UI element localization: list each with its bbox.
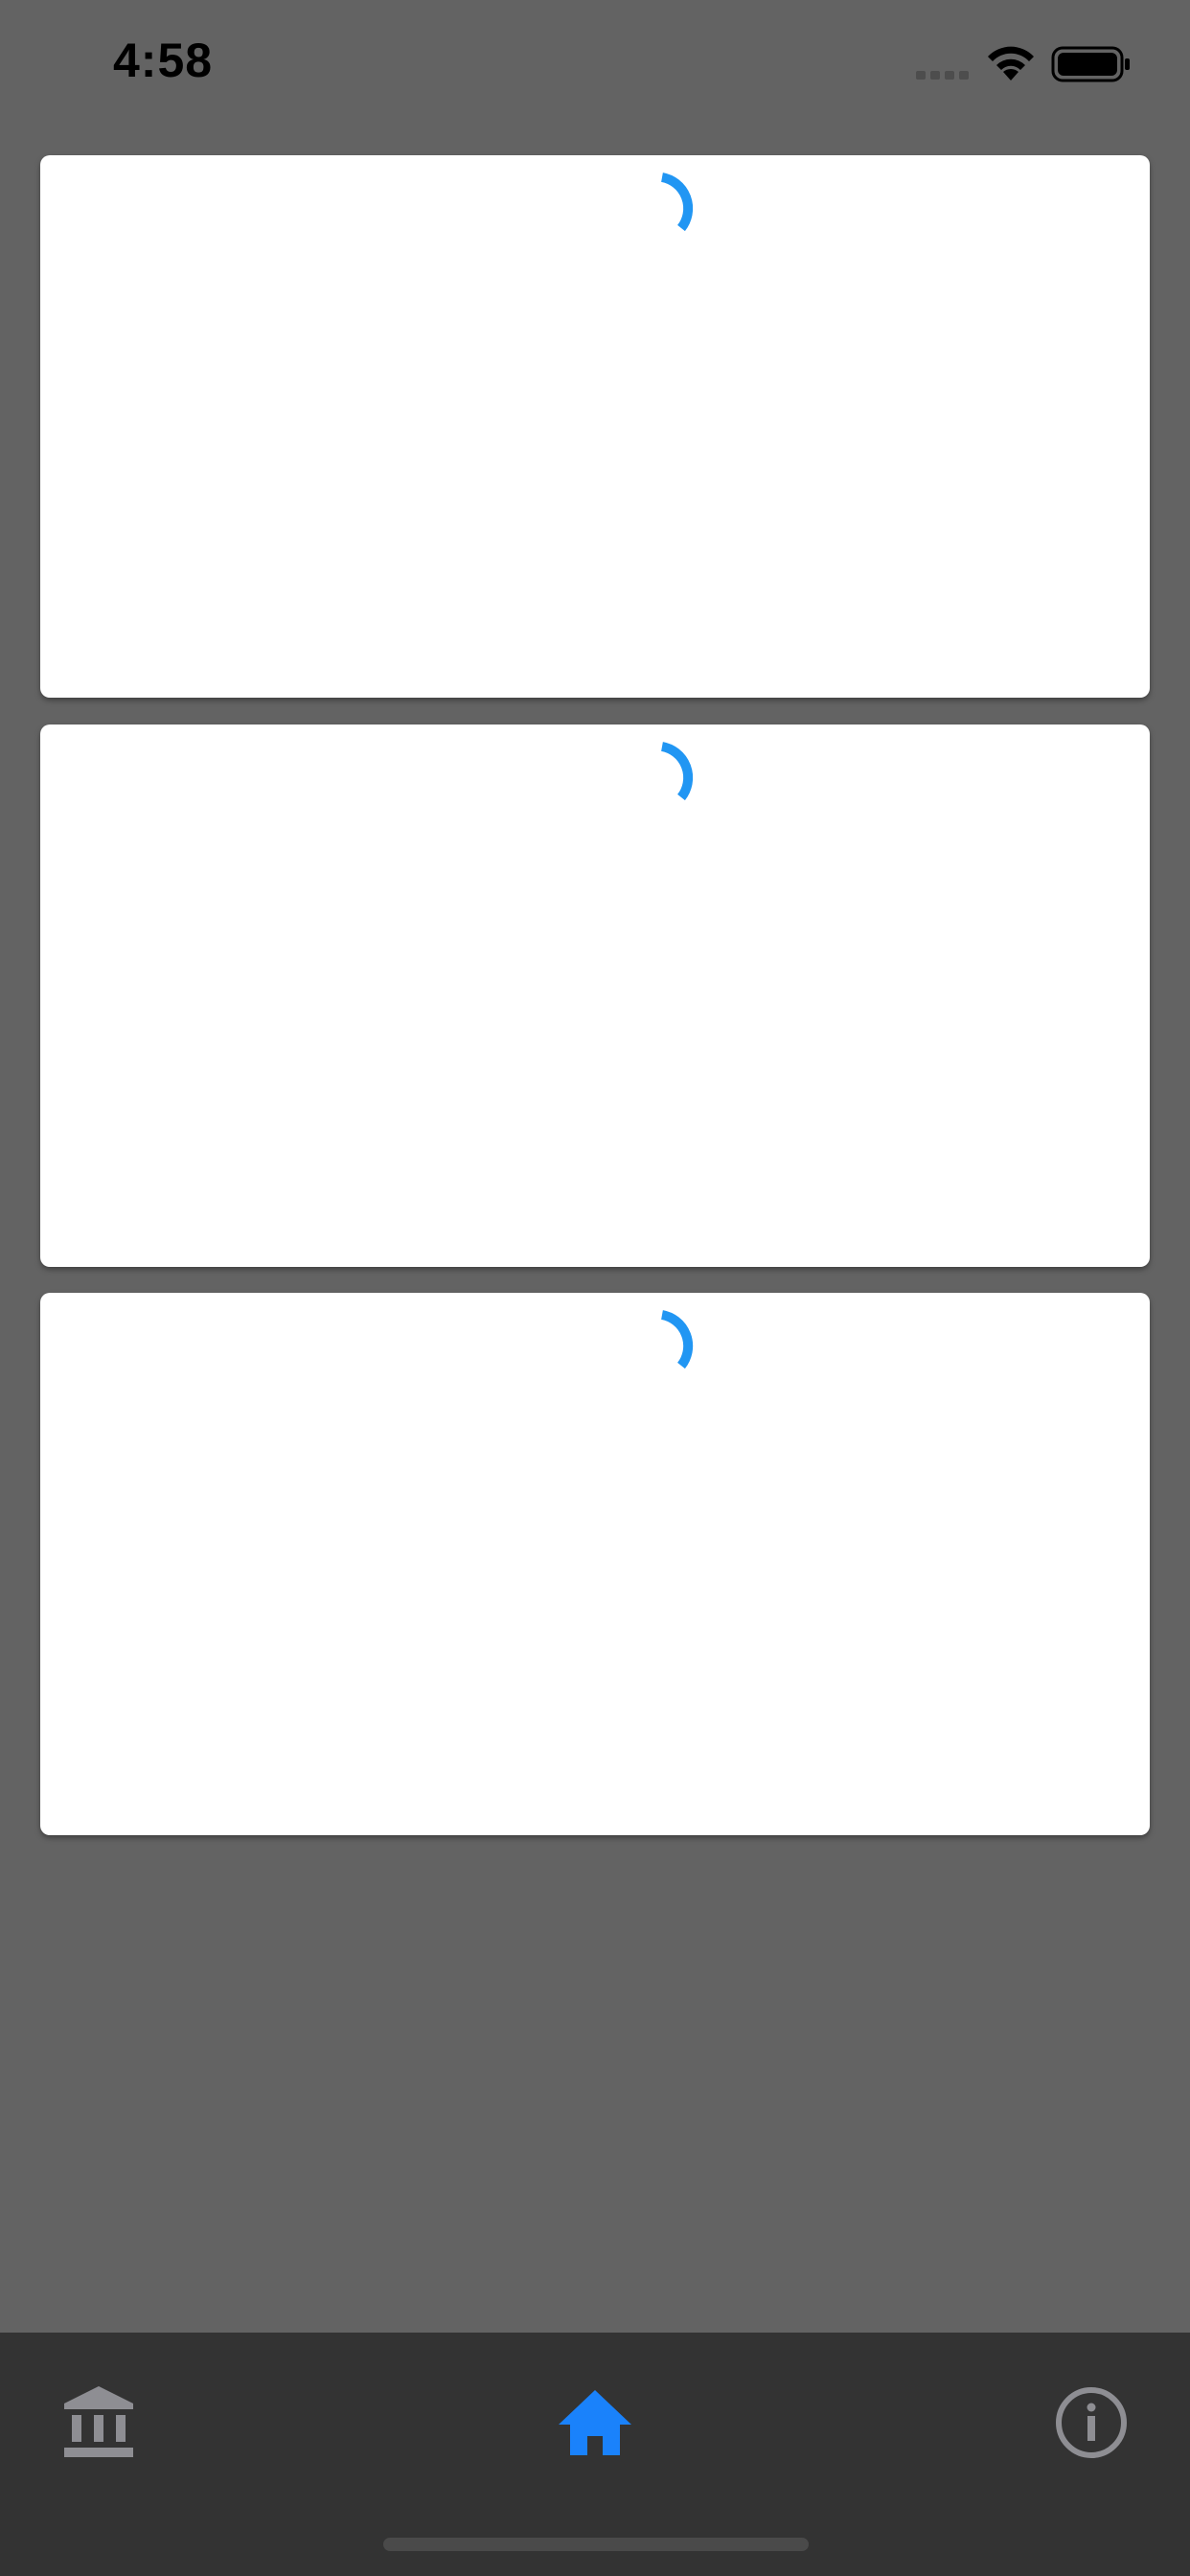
loading-spinner-icon [660, 172, 694, 232]
cellular-signal-icon [916, 71, 969, 80]
status-time: 4:58 [113, 34, 214, 87]
info-icon [1056, 2387, 1127, 2458]
content-card [40, 724, 1150, 1267]
tab-bank[interactable] [0, 2333, 397, 2476]
content-card [40, 155, 1150, 698]
bank-icon [64, 2386, 133, 2457]
content-card [40, 1293, 1150, 1835]
loading-spinner-icon [660, 742, 694, 801]
home-icon [559, 2390, 631, 2455]
wifi-icon [988, 46, 1034, 80]
home-indicator[interactable] [383, 2538, 809, 2551]
tab-home[interactable] [397, 2333, 793, 2476]
status-bar: 4:58 [0, 0, 1190, 134]
loading-spinner-icon [660, 1310, 694, 1369]
tab-info[interactable] [793, 2333, 1190, 2476]
battery-full-icon [1051, 46, 1130, 82]
